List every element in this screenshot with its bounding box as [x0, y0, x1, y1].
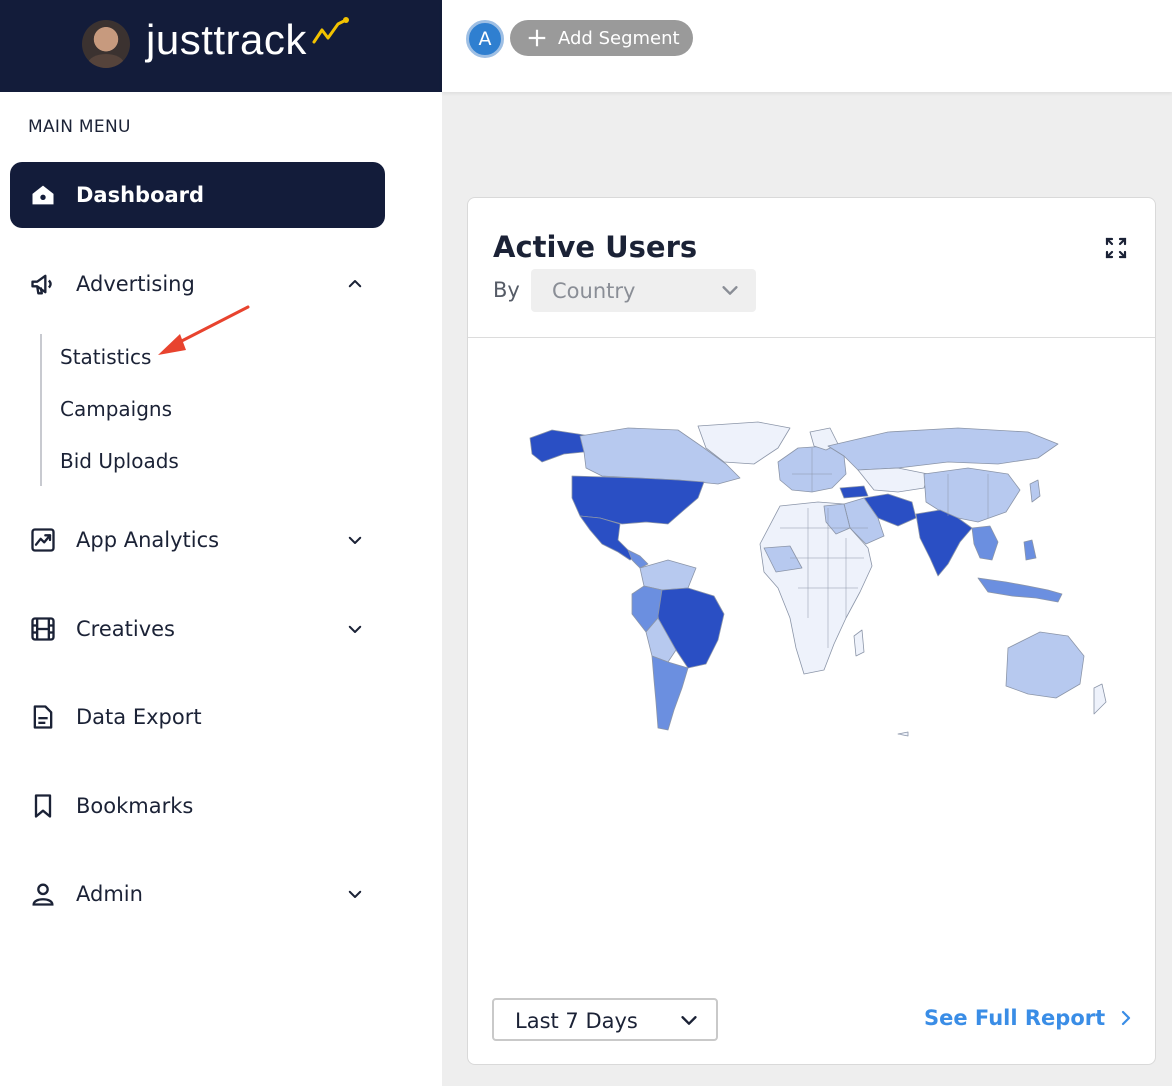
sidebar-item-label: Bookmarks — [76, 794, 194, 818]
world-map[interactable] — [528, 418, 1108, 738]
chevron-right-icon — [1122, 1010, 1131, 1026]
segment-a-badge[interactable]: A — [466, 20, 504, 58]
map-region-northern-south-america — [639, 559, 697, 591]
map-region-indonesia — [977, 577, 1063, 603]
chevron-down-icon — [681, 1016, 697, 1025]
brand-logo: justtrack — [146, 16, 307, 63]
sidebar-item-label: App Analytics — [76, 528, 220, 552]
map-region-argentina — [651, 655, 689, 731]
sidebar-item-label: Advertising — [76, 272, 195, 296]
dimension-value: Country — [552, 278, 636, 303]
map-region-russia — [827, 427, 1059, 471]
home-icon — [28, 180, 58, 210]
add-segment-button[interactable]: Add Segment — [510, 20, 693, 56]
map-region-antarctica — [897, 731, 909, 737]
sidebar-item-creatives[interactable]: Creatives — [10, 596, 385, 662]
map-region-australia — [1005, 631, 1085, 699]
dimension-select[interactable]: Country — [531, 269, 756, 312]
by-label: By — [493, 278, 520, 302]
see-full-report-label: See Full Report — [924, 1006, 1106, 1030]
map-region-central-asia — [857, 467, 929, 493]
bookmark-icon — [28, 791, 58, 821]
sidebar: justtrack MAIN MENU Dashboard Advertisin… — [0, 0, 442, 1086]
plus-icon — [528, 29, 546, 47]
main-menu-title: MAIN MENU — [28, 117, 131, 137]
map-region-india — [915, 509, 973, 577]
annotation-arrow-icon — [158, 305, 250, 355]
sidebar-item-label: Creatives — [76, 617, 175, 641]
brand-header: justtrack — [0, 0, 442, 92]
map-region-philippines — [1023, 539, 1037, 561]
sidebar-item-app-analytics[interactable]: App Analytics — [10, 507, 385, 573]
date-range-value: Last 7 Days — [515, 1009, 638, 1033]
chevron-down-icon[interactable] — [343, 882, 367, 906]
sidebar-subitem-bid-uploads[interactable]: Bid Uploads — [60, 449, 179, 473]
film-icon — [28, 614, 58, 644]
card-divider — [468, 337, 1155, 338]
chevron-up-icon[interactable] — [343, 272, 367, 296]
map-region-southeast-asia — [971, 525, 999, 561]
chevron-down-icon[interactable] — [343, 528, 367, 552]
sidebar-item-admin[interactable]: Admin — [10, 861, 385, 927]
see-full-report-link[interactable]: See Full Report — [924, 1006, 1133, 1030]
sidebar-item-label: Dashboard — [76, 183, 205, 207]
chart-icon — [28, 525, 58, 555]
logo-spark-icon — [312, 17, 349, 44]
expand-icon[interactable] — [1104, 236, 1128, 260]
sidebar-item-dashboard[interactable]: Dashboard — [10, 162, 385, 228]
sidebar-item-bookmarks[interactable]: Bookmarks — [10, 773, 385, 839]
map-region-new-zealand — [1093, 683, 1107, 715]
sidebar-subitem-statistics[interactable]: Statistics — [60, 345, 151, 369]
submenu-line — [40, 334, 42, 486]
sidebar-item-label: Admin — [76, 882, 143, 906]
card-title: Active Users — [493, 230, 698, 264]
document-icon — [28, 702, 58, 732]
megaphone-icon — [28, 269, 58, 299]
map-region-japan — [1029, 479, 1041, 503]
map-region-alaska — [529, 429, 591, 463]
chevron-down-icon[interactable] — [343, 617, 367, 641]
date-range-select[interactable]: Last 7 Days — [492, 998, 718, 1041]
active-users-card: Active Users By Country Last 7 Days See … — [467, 197, 1156, 1065]
user-icon — [28, 879, 58, 909]
sidebar-subitem-campaigns[interactable]: Campaigns — [60, 397, 172, 421]
sidebar-item-label: Data Export — [76, 705, 202, 729]
add-segment-label: Add Segment — [558, 27, 680, 49]
map-region-madagascar — [853, 629, 865, 657]
sidebar-item-data-export[interactable]: Data Export — [10, 684, 385, 750]
map-region-turkey — [839, 485, 869, 499]
chevron-down-icon — [722, 286, 738, 295]
user-avatar[interactable] — [82, 20, 130, 68]
